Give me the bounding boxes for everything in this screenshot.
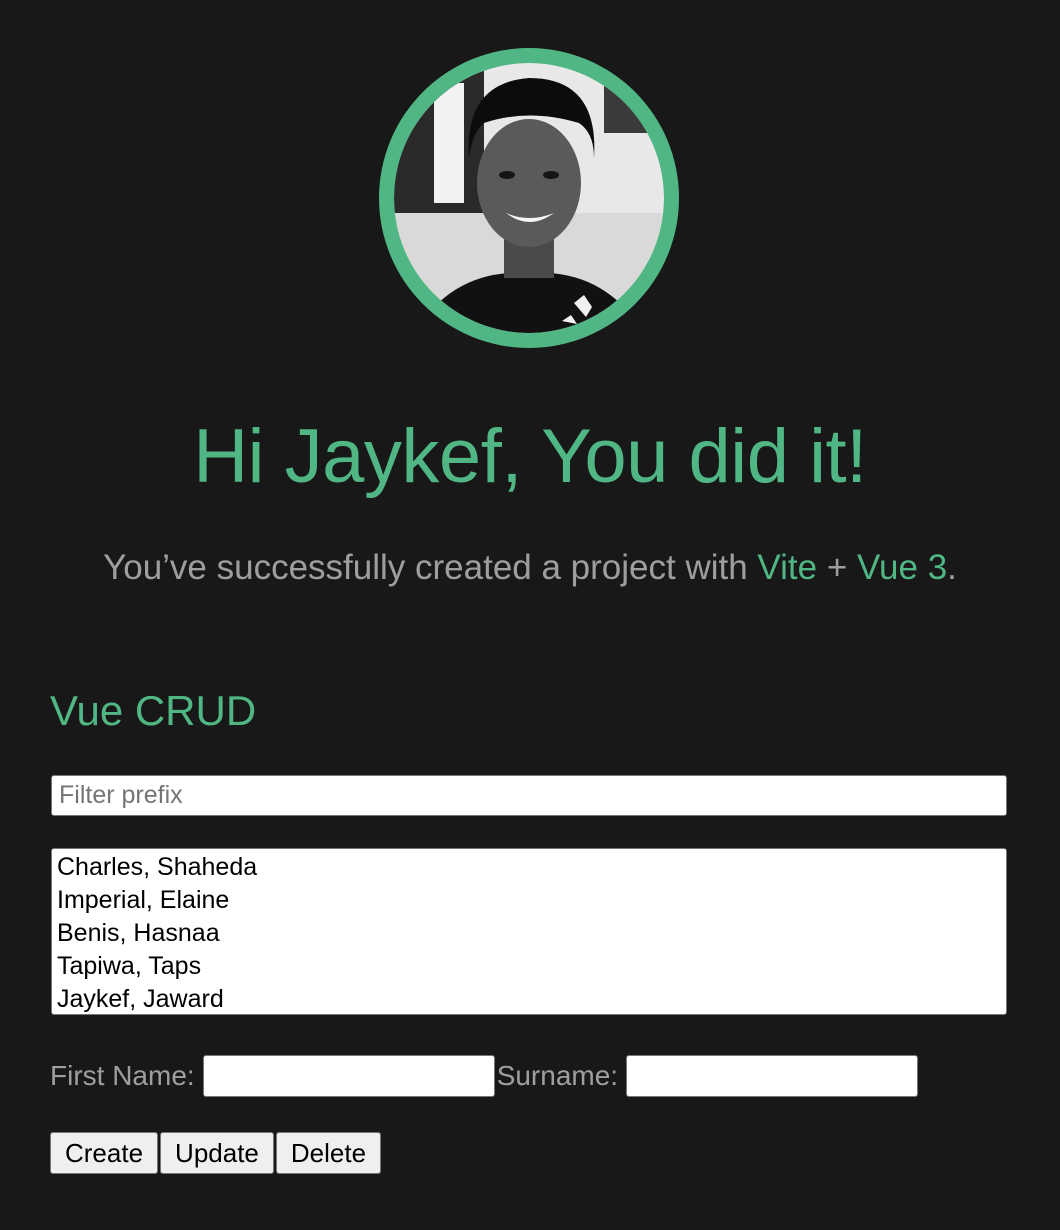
avatar: [379, 48, 679, 348]
first-name-field[interactable]: [202, 1055, 495, 1097]
first-name-label: First Name:: [50, 1060, 195, 1091]
list-item[interactable]: Imperial, Elaine: [57, 884, 1001, 917]
action-buttons: Create Update Delete: [50, 1132, 382, 1174]
vue-link[interactable]: Vue 3: [857, 548, 947, 587]
list-item[interactable]: Charles, Shaheda: [57, 851, 1001, 884]
subtitle-period: .: [947, 548, 957, 587]
list-item[interactable]: Jaykef, Jaward: [57, 983, 1001, 1014]
create-button[interactable]: Create: [50, 1132, 159, 1174]
subtitle: You’ve successfully created a project wi…: [0, 546, 1060, 590]
surname-field[interactable]: [626, 1055, 919, 1097]
profile-photo: [394, 63, 664, 333]
delete-button[interactable]: Delete: [275, 1132, 382, 1174]
subtitle-text: You’ve successfully created a project wi…: [103, 548, 758, 587]
update-button[interactable]: Update: [160, 1132, 274, 1174]
crud-title: Vue CRUD: [50, 687, 257, 734]
people-listbox[interactable]: Charles, Shaheda Imperial, Elaine Benis,…: [51, 848, 1007, 1015]
greeting-heading: Hi Jaykef, You did it!: [193, 414, 867, 499]
list-item[interactable]: Benis, Hasnaa: [57, 917, 1001, 950]
plus-sign: +: [817, 548, 857, 587]
filter-input[interactable]: [51, 775, 1007, 816]
list-item[interactable]: Tapiwa, Taps: [57, 950, 1001, 983]
surname-label: Surname:: [496, 1060, 619, 1091]
name-form: First Name: Surname:: [50, 1055, 920, 1097]
vite-link[interactable]: Vite: [757, 548, 817, 587]
